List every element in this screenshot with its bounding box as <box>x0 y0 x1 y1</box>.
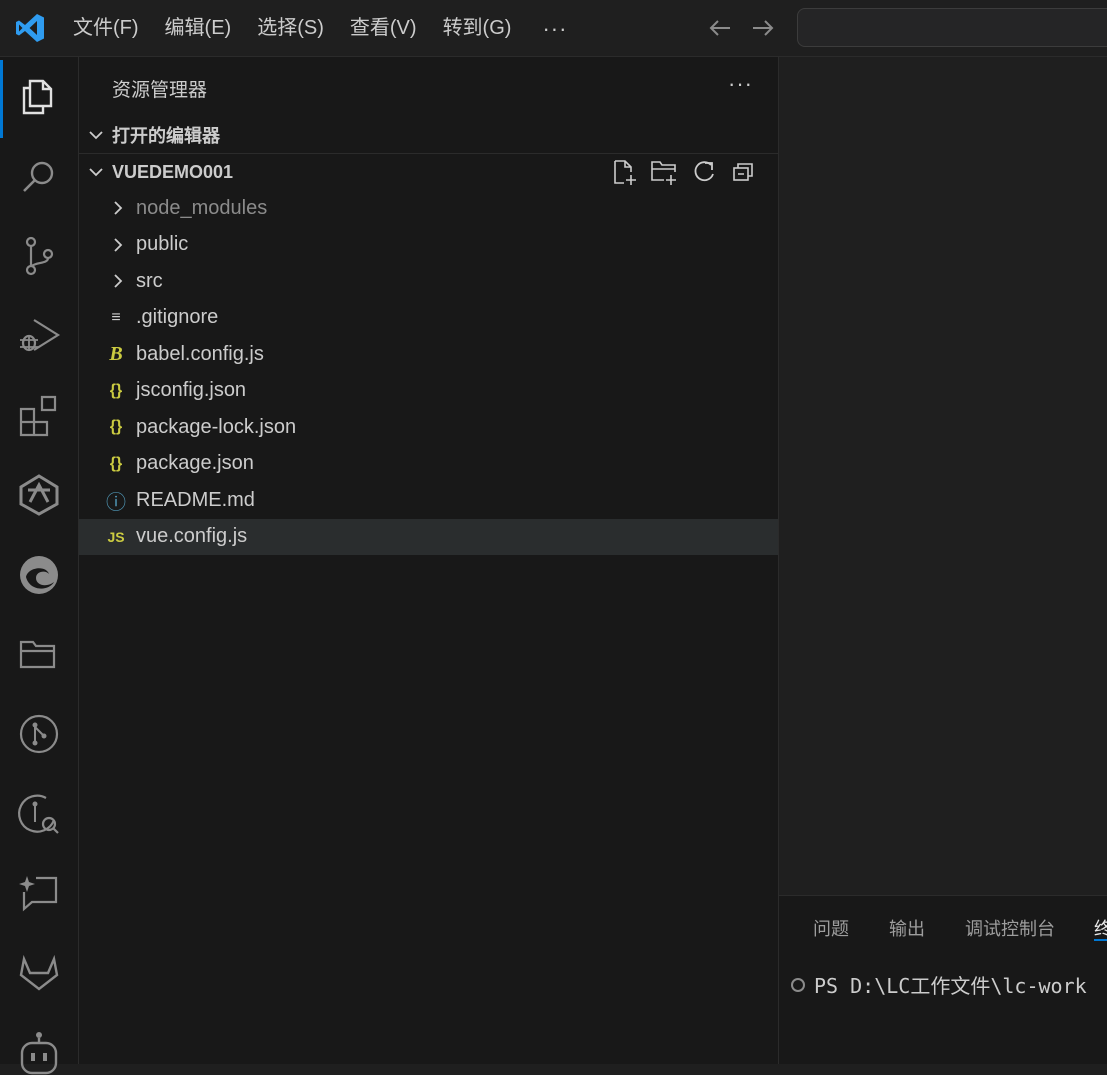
tree-file-babel-config[interactable]: B babel.config.js <box>79 336 778 373</box>
active-indicator <box>0 60 3 138</box>
menu-go[interactable]: 转到(G) <box>430 0 525 57</box>
tree-folder-node-modules[interactable]: node_modules <box>79 190 778 227</box>
back-arrow-icon[interactable] <box>706 14 734 42</box>
sidebar-more-button[interactable]: ··· <box>728 71 753 97</box>
tree-item-label: babel.config.js <box>136 342 264 365</box>
menu-selection[interactable]: 选择(S) <box>244 0 337 57</box>
title-bar: 文件(F) 编辑(E) 选择(S) 查看(V) 转到(G) ··· <box>0 0 1107 57</box>
search-icon[interactable] <box>16 154 62 200</box>
project-label: VUEDEMO001 <box>112 161 234 182</box>
open-editors-label: 打开的编辑器 <box>112 126 220 146</box>
menu-edit[interactable]: 编辑(E) <box>152 0 245 57</box>
chevron-right-icon <box>114 201 123 215</box>
tab-debug-console[interactable]: 调试控制台 <box>965 915 1055 941</box>
babel-icon: B <box>109 342 123 365</box>
json-braces-icon: {} <box>109 381 123 399</box>
chat-sparkle-icon[interactable] <box>16 870 62 916</box>
editor-area[interactable] <box>779 57 1107 895</box>
new-folder-icon[interactable] <box>650 158 678 186</box>
edge-icon[interactable] <box>16 552 62 598</box>
bottom-panel: 问题 输出 调试控制台 终 PS D:\LC工作文件\lc-work <box>779 895 1107 1064</box>
menu-view[interactable]: 查看(V) <box>337 0 430 57</box>
active-tab-underline <box>1094 939 1107 941</box>
tree-item-label: .gitignore <box>136 306 219 329</box>
git-search-icon[interactable] <box>16 790 62 836</box>
sidebar-title: 资源管理器 <box>112 80 208 101</box>
run-debug-icon[interactable] <box>16 313 62 359</box>
open-editors-header[interactable]: 打开的编辑器 <box>79 117 778 153</box>
javascript-icon: JS <box>107 528 125 545</box>
git-graph-icon[interactable] <box>16 711 62 757</box>
tab-problems[interactable]: 问题 <box>813 915 849 941</box>
tree-item-label: src <box>136 269 163 292</box>
menu-file[interactable]: 文件(F) <box>60 0 152 57</box>
chevron-right-icon <box>114 238 123 252</box>
extensions-icon[interactable] <box>16 393 62 439</box>
explorer-sidebar: 资源管理器 ··· 打开的编辑器 VUEDEMO001 node_modules… <box>79 57 779 1064</box>
tree-file-package-lock[interactable]: {} package-lock.json <box>79 409 778 446</box>
refresh-icon[interactable] <box>690 158 718 186</box>
tree-file-package[interactable]: {} package.json <box>79 446 778 483</box>
tree-file-jsconfig[interactable]: {} jsconfig.json <box>79 373 778 410</box>
tree-file-vue-config[interactable]: JS vue.config.js <box>79 518 778 555</box>
forward-arrow-icon[interactable] <box>749 14 777 42</box>
menu-bar: 文件(F) 编辑(E) 选择(S) 查看(V) 转到(G) ··· <box>60 0 585 57</box>
command-center-search[interactable] <box>797 8 1107 47</box>
vscode-logo-icon <box>16 14 44 42</box>
source-control-icon[interactable] <box>16 233 62 279</box>
tab-terminal[interactable]: 终 <box>1094 915 1107 941</box>
ai-assistant-icon[interactable] <box>16 472 62 518</box>
command-status-icon <box>791 977 805 992</box>
chevron-right-icon <box>114 274 123 288</box>
tree-item-label: README.md <box>136 488 255 511</box>
tree-item-label: package.json <box>136 452 254 475</box>
folder-icon[interactable] <box>16 631 62 677</box>
tree-item-label: public <box>136 233 189 256</box>
json-braces-icon: {} <box>109 454 123 472</box>
terminal-prompt[interactable]: PS D:\LC工作文件\lc-work <box>791 970 1087 999</box>
copilot-icon[interactable] <box>16 1029 62 1075</box>
json-braces-icon: {} <box>109 418 123 436</box>
tab-output[interactable]: 输出 <box>889 915 925 941</box>
text-lines-icon: ≡ <box>111 308 121 326</box>
tree-file-readme[interactable]: ⓘ README.md <box>79 482 778 519</box>
gitlab-icon[interactable] <box>16 949 62 995</box>
tree-folder-src[interactable]: src <box>79 263 778 300</box>
collapse-all-icon[interactable] <box>730 158 758 186</box>
tree-item-label: package-lock.json <box>136 415 297 438</box>
tree-item-label: vue.config.js <box>136 525 248 548</box>
project-header[interactable]: VUEDEMO001 <box>79 154 778 190</box>
tree-item-label: node_modules <box>136 196 268 219</box>
tree-item-label: jsconfig.json <box>136 379 247 402</box>
tree-folder-public[interactable]: public <box>79 227 778 264</box>
chevron-down-icon <box>89 131 103 140</box>
terminal-text: PS D:\LC工作文件\lc-work <box>814 974 1087 998</box>
chevron-down-icon <box>89 168 103 177</box>
activity-bar <box>0 57 79 1075</box>
info-icon: ⓘ <box>106 491 126 514</box>
explorer-icon[interactable] <box>16 74 62 120</box>
menu-more-button[interactable]: ··· <box>524 16 585 42</box>
tree-file-gitignore[interactable]: ≡ .gitignore <box>79 300 778 337</box>
explorer-toolbar <box>610 154 758 190</box>
new-file-icon[interactable] <box>610 158 638 186</box>
